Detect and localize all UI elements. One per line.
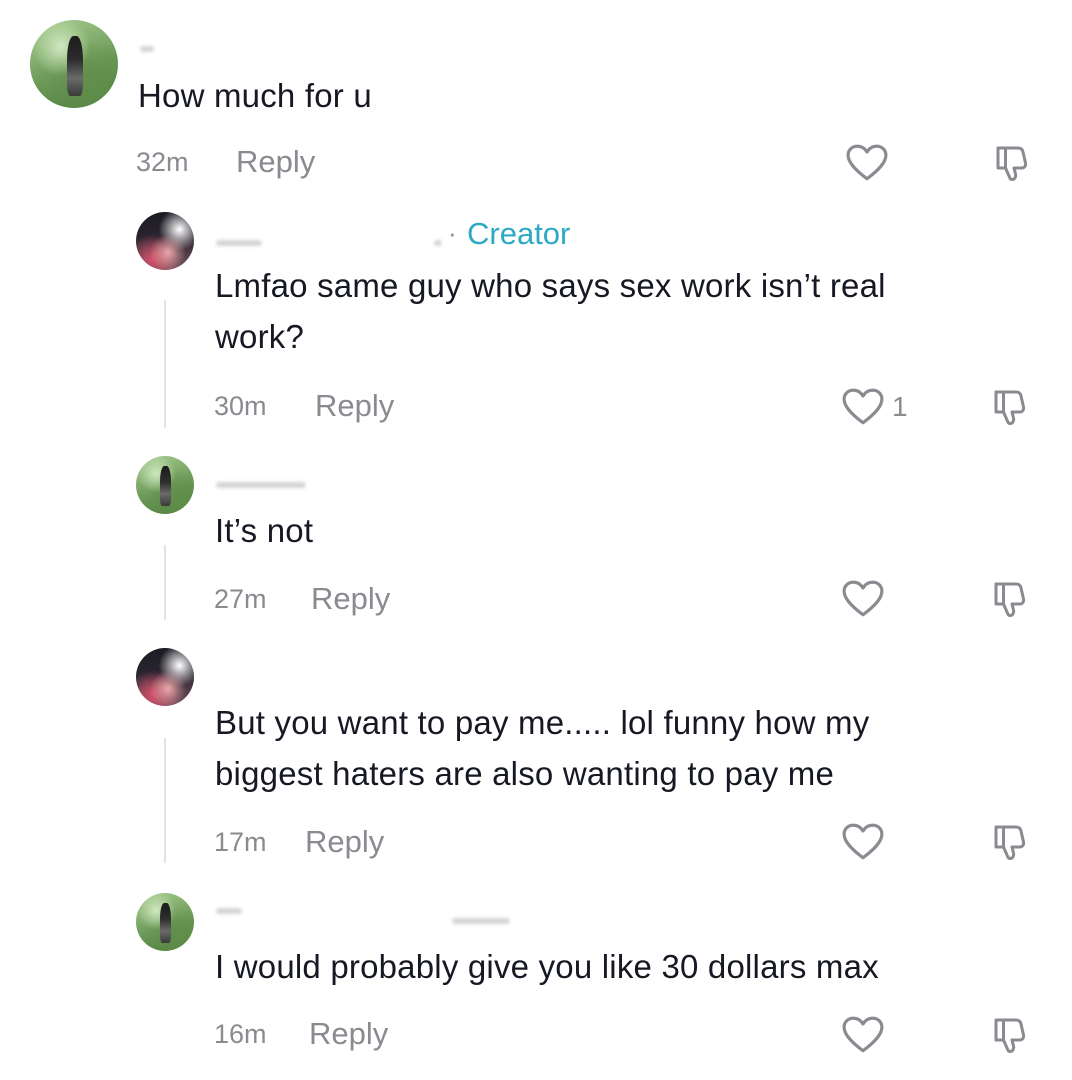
reply-button[interactable]: Reply [309,1018,388,1049]
avatar[interactable] [136,893,194,951]
avatar-figure [160,903,171,943]
username-redacted [216,908,242,914]
heart-outline-icon[interactable] [842,1016,884,1054]
comment-time: 16m [214,1019,267,1049]
thumbs-down-icon[interactable] [990,1014,1030,1054]
comment-5: I would probably give you like 30 dollar… [0,0,1072,1080]
comment-text: I would probably give you like 30 dollar… [215,948,879,985]
username-redacted [452,918,510,924]
